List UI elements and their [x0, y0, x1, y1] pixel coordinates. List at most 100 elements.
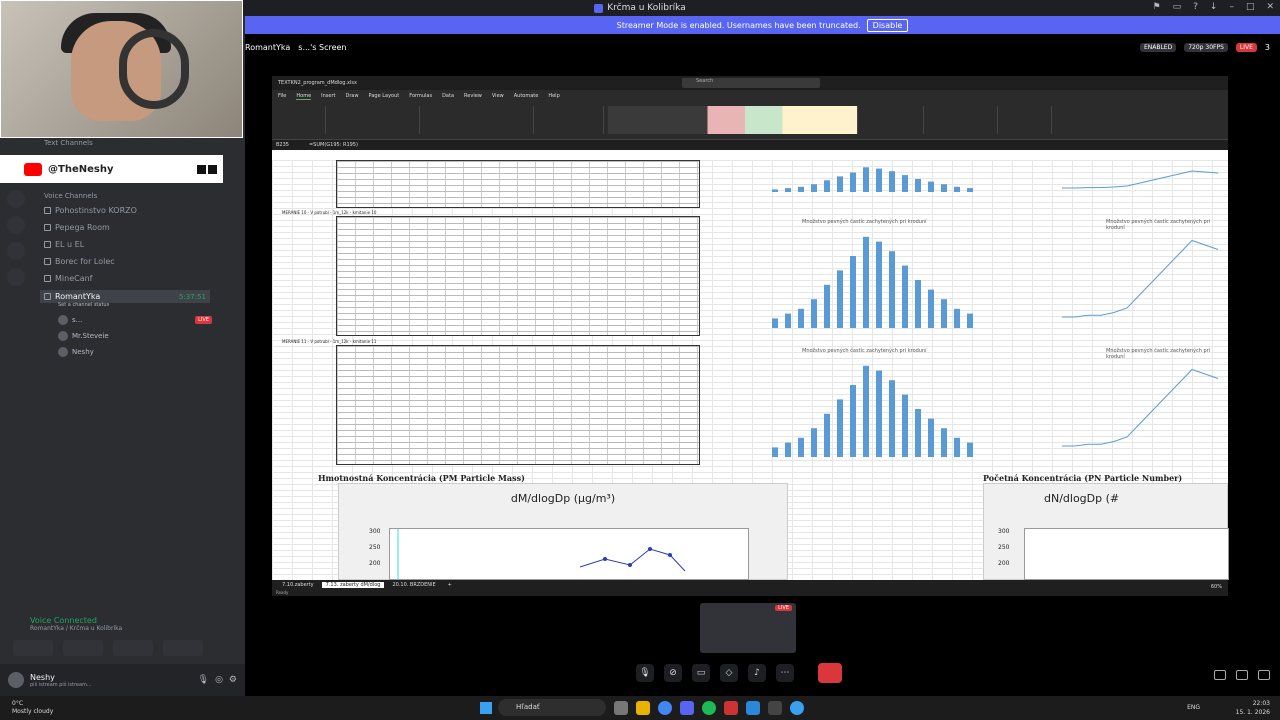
soundboard-icon[interactable]	[163, 640, 203, 656]
voice-channel[interactable]: MineCanf	[44, 274, 214, 283]
worksheet-grid[interactable]: MERANIE 10 - V potrubí - 1m_12k - kmitan…	[272, 160, 1229, 581]
explore-icon[interactable]	[7, 268, 25, 286]
language-indicator[interactable]: ENG	[1187, 704, 1200, 711]
member-item[interactable]: Neshy	[58, 347, 212, 357]
discord-icon[interactable]	[680, 701, 694, 715]
line-chart[interactable]	[1032, 160, 1228, 200]
viewer-count[interactable]: 3	[1265, 43, 1270, 52]
menu-formulas[interactable]: Formulas	[409, 93, 432, 99]
addins-group[interactable]	[1002, 106, 1052, 134]
data-table[interactable]	[336, 216, 700, 336]
headset-icon[interactable]: ◎	[215, 675, 223, 685]
fullscreen-icon[interactable]	[1258, 670, 1270, 680]
line-chart[interactable]	[1032, 226, 1228, 336]
text-channels-header[interactable]: Text Channels	[44, 139, 93, 147]
mass-plot[interactable]: dM/dlogDp (μg/m³) 300 250 200	[338, 483, 788, 581]
voice-channel[interactable]: Pepega Room	[44, 223, 214, 232]
menu-file[interactable]: File	[278, 93, 286, 99]
taskbar-search[interactable]: Hľadať	[498, 699, 606, 716]
number-group[interactable]	[538, 106, 604, 134]
task-view-icon[interactable]	[614, 701, 628, 715]
mic-icon[interactable]: 🎙	[636, 664, 654, 682]
data-table[interactable]	[336, 160, 700, 208]
server-icon[interactable]	[7, 216, 25, 234]
inbox-icon[interactable]: ▭	[1173, 2, 1182, 12]
menu-page-layout[interactable]: Page Layout	[369, 93, 400, 99]
menu-view[interactable]: View	[492, 93, 504, 99]
file-explorer-icon[interactable]	[636, 701, 650, 715]
settings-icon[interactable]: ⚙	[229, 675, 237, 685]
data-table[interactable]	[336, 345, 700, 465]
stream-screen[interactable]: s...'s Screen	[298, 43, 346, 52]
excel-search[interactable]: Search	[682, 78, 820, 88]
maximize-icon[interactable]: □	[1246, 2, 1255, 12]
weather-widget[interactable]: 0°C Mostly cloudy	[12, 700, 53, 716]
voice-channel[interactable]: EL u EL	[44, 240, 214, 249]
member-item[interactable]: s... LIVE	[58, 315, 212, 325]
minimize-icon[interactable]: –	[1229, 2, 1234, 12]
formula-input[interactable]: =SUM(G195: R195)	[309, 142, 358, 148]
camera-off-icon[interactable]: ⊘	[664, 664, 682, 682]
disable-button[interactable]: Disable	[866, 18, 909, 32]
font-group[interactable]	[330, 106, 420, 134]
mic-icon[interactable]: 🎙	[198, 675, 209, 685]
pin-icon[interactable]: ⚑	[1153, 2, 1161, 12]
popout-icon[interactable]	[1236, 670, 1248, 680]
cells-group[interactable]	[864, 106, 924, 134]
avatar[interactable]	[8, 672, 24, 688]
screen-share-icon[interactable]: ▭	[692, 664, 710, 682]
app-icon[interactable]	[724, 701, 738, 715]
help-icon[interactable]: ?	[1193, 2, 1198, 12]
server-icon[interactable]	[7, 190, 25, 208]
bar-chart[interactable]	[722, 160, 1002, 200]
menu-data[interactable]: Data	[442, 93, 454, 99]
editing-group[interactable]	[928, 106, 998, 134]
channel-status[interactable]: Set a channel status	[58, 302, 212, 308]
sheet-tab[interactable]: 7.10.zaberty	[278, 582, 318, 588]
volume-icon[interactable]	[1214, 670, 1226, 680]
number-plot[interactable]: dN/dlogDp (# 300 250 200	[983, 483, 1229, 580]
screen-share-icon[interactable]	[63, 640, 103, 656]
weather-text: Mostly cloudy	[12, 708, 54, 715]
leave-call-button[interactable]	[818, 663, 842, 683]
chrome-icon[interactable]	[658, 701, 672, 715]
voice-channel[interactable]: Borec for Lolec	[44, 257, 214, 266]
soundboard-icon[interactable]: ♪	[748, 664, 766, 682]
windows-start-icon[interactable]	[480, 702, 492, 714]
voice-channels-header[interactable]: Voice Channels	[44, 192, 97, 200]
clock[interactable]: 22:03 15. 1. 2026	[1236, 699, 1270, 717]
download-icon[interactable]: ↓	[1210, 2, 1218, 12]
menu-help[interactable]: Help	[548, 93, 559, 99]
bar-chart[interactable]	[722, 226, 1002, 336]
menu-home[interactable]: Home	[296, 93, 312, 100]
line-chart[interactable]	[1032, 355, 1228, 465]
member-item[interactable]: Mr.Steveie	[58, 331, 212, 341]
alignment-group[interactable]	[424, 106, 534, 134]
bar-chart[interactable]	[722, 355, 1002, 465]
menu-insert[interactable]: Insert	[321, 93, 335, 99]
app-icon[interactable]	[746, 701, 760, 715]
spotify-icon[interactable]	[702, 701, 716, 715]
menu-automate[interactable]: Automate	[514, 93, 539, 99]
more-icon[interactable]: ⋯	[776, 664, 794, 682]
activity-icon[interactable]: ◇	[720, 664, 738, 682]
voice-status[interactable]: Voice Connected	[30, 616, 238, 625]
app-icon[interactable]	[768, 701, 782, 715]
voice-channel[interactable]: Pohostinstvo KORZO	[44, 206, 214, 215]
menu-review[interactable]: Review	[464, 93, 482, 99]
styles-group[interactable]	[608, 106, 858, 134]
mini-stream-preview[interactable]: LIVE	[700, 603, 796, 653]
add-sheet-icon[interactable]: +	[444, 582, 456, 588]
clipboard-group[interactable]	[276, 106, 326, 134]
close-icon[interactable]: ✕	[1266, 2, 1274, 12]
name-box[interactable]: B235	[276, 142, 289, 148]
sheet-tab[interactable]: 20.10. BRZDENIE	[388, 582, 439, 588]
sheet-tab-active[interactable]: 7.13. zaberty dM/dlog	[321, 582, 385, 588]
menu-draw[interactable]: Draw	[345, 93, 358, 99]
stage-right-icons	[1214, 670, 1270, 680]
activity-icon[interactable]	[113, 640, 153, 656]
noise-icon[interactable]	[13, 640, 53, 656]
zoom-level[interactable]: 60%	[1211, 584, 1222, 590]
add-server-icon[interactable]	[7, 242, 25, 260]
app-icon[interactable]	[790, 701, 804, 715]
